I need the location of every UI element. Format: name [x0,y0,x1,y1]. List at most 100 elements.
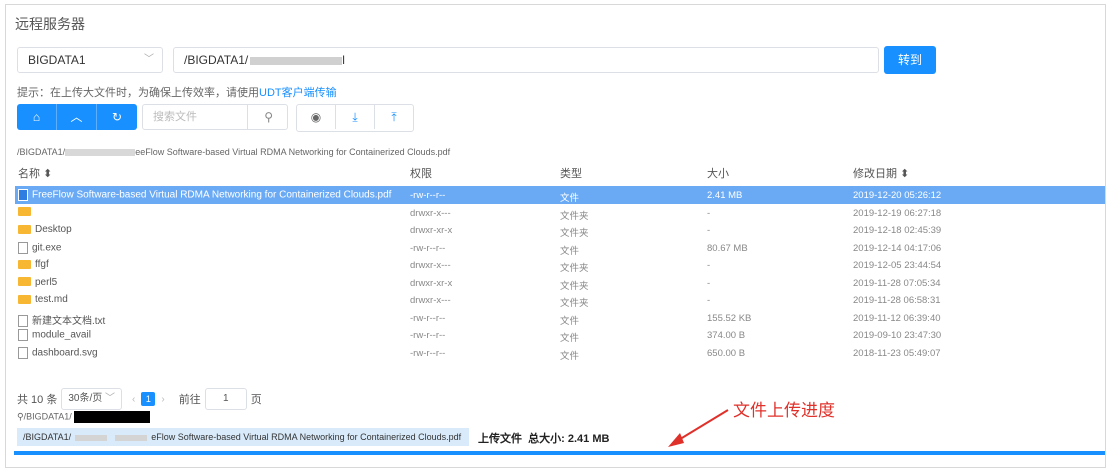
server-select-value: BIGDATA1 [28,53,86,67]
cell-name: module_avail [18,329,91,341]
file-name: test.md [35,294,68,305]
goto-page-input[interactable]: 1 [204,388,247,410]
server-select[interactable]: BIGDATA1 ﹀ [17,47,163,73]
upload-progress-bar [14,451,1105,455]
cell-name: ffgf [18,259,49,270]
table-row[interactable]: FreeFlow Software-based Virtual RDMA Net… [15,186,1105,204]
cell-perm: drwxr-x--- [410,260,451,271]
cell-name: Desktop [18,224,72,235]
file-name: git.exe [32,242,62,254]
path-input[interactable]: /BIGDATA1/l [173,47,879,73]
table-row[interactable]: test.md drwxr-x--- 文件夹 - 2019-11-28 06:58:31 [15,291,1105,309]
cell-size: - [707,295,711,306]
redacted-path [115,434,148,441]
cell-date: 2019-12-19 06:27:18 [853,207,942,219]
table-row[interactable]: 新建文本文档.txt -rw-r--r-- 文件 155.52 KB 2019-11-1… [15,309,1105,327]
search-placeholder: 搜索文件 [153,111,197,123]
file-name: FreeFlow Software-based Virtual RDMA Net… [32,189,392,201]
column-name[interactable]: 名称 ⬍ [18,165,52,181]
table-header: 名称 ⬍ 权限 类型 大小 修改日期 ⬍ [15,165,1105,181]
cell-perm: -rw-r--r-- [410,312,446,324]
home-icon: ⌂ [32,110,41,124]
page-size-value: 30条/页 [68,393,103,404]
prev-page-icon[interactable]: ‹ [132,394,135,405]
search-icon[interactable]: ⚲ [264,105,273,129]
goto-suffix: 页 [250,394,262,406]
column-modified-date[interactable]: 修改日期 ⬍ [853,165,909,181]
table-row[interactable]: drwxr-x--- 文件夹 - 2019-12-19 06:27:18 [15,204,1105,222]
cell-perm: -rw-r--r-- [410,242,446,254]
breadcrumb-suffix: eeFlow Software-based Virtual RDMA Netwo… [135,147,451,157]
cell-name: perl5 [18,277,57,288]
total-size-value: 2.41 MB [567,433,610,445]
cell-date: 2019-11-12 06:39:40 [853,312,941,324]
local-path-text: /BIGDATA1/ [23,411,72,422]
search-input[interactable]: 搜索文件 ⚲ [142,104,288,130]
cell-size: - [707,260,711,271]
cell-date: 2019-12-14 04:17:06 [853,242,942,254]
chevron-down-icon: ﹀ [144,54,154,65]
table-row[interactable]: git.exe -rw-r--r-- 文件 80.67 MB 2019-12-14 04… [15,239,1105,257]
file-list: FreeFlow Software-based Virtual RDMA Net… [15,186,1105,362]
location-icon: ⚲ [17,411,24,422]
nav-button-group: ⌂ ︿ ↻ [17,104,137,130]
column-size: 大小 [707,168,729,180]
cell-name [18,207,35,218]
file-tools: ◉ ⤓ ⤒ [296,104,414,132]
cell-type: 文件夹 [560,298,589,309]
cell-size: - [707,207,711,219]
cell-size: 80.67 MB [707,242,748,254]
cell-perm: -rw-r--r-- [410,330,446,341]
table-row[interactable]: Desktop drwxr-xr-x 文件夹 - 2019-12-18 02:45:39 [15,221,1105,239]
cell-size: 155.52 KB [707,312,752,324]
total-count: 共 10 条 [17,394,58,406]
cell-perm: drwxr-x--- [410,207,451,219]
upload-progress-fill [14,451,1105,455]
goto-button[interactable]: 转到 [884,46,936,74]
local-path: ⚲/BIGDATA1/ [17,411,150,423]
cell-size: 2.41 MB [707,190,743,201]
folder-icon [18,259,31,269]
breadcrumb: /BIGDATA1/eeFlow Software-based Virtual … [17,147,450,157]
table-row[interactable]: ffgf drwxr-x--- 文件夹 - 2019-12-05 23:44:54 [15,256,1105,274]
table-row[interactable]: dashboard.svg -rw-r--r-- 文件 650.00 B 2018-11… [15,344,1105,362]
page-size-select[interactable]: 30条/页 ﹀ [61,388,123,410]
folder-icon [18,224,31,234]
file-name: module_avail [32,329,91,341]
upload-info: 上传文件 总大小: 2.41 MB [478,430,609,446]
pagination: 共 10 条 30条/页 ﹀ ‹ 1 › 前往 1 页 [17,388,262,410]
table-row[interactable]: perl5 drwxr-xr-x 文件夹 - 2019-11-28 07:05:34 [15,274,1105,292]
upload-hint: 提示：在上传大文件时，为确保上传效率，请使用UDT客户端传输 [17,84,337,100]
path-prefix: /BIGDATA1/ [184,53,249,67]
file-icon [18,329,28,341]
next-page-icon[interactable]: › [161,394,164,405]
cell-date: 2019-12-20 05:26:12 [853,190,942,201]
path-suffix: l [342,53,345,67]
home-button[interactable]: ⌂ [17,104,57,130]
chevron-down-icon: ﹀ [105,393,116,404]
table-row[interactable]: module_avail -rw-r--r-- 文件 374.00 B 2019-09-… [15,326,1105,344]
cell-type: 文件夹 [560,228,589,239]
cell-name: git.exe [18,241,62,254]
file-icon [18,346,28,359]
cell-date: 2019-12-05 23:44:54 [853,260,942,271]
upload-file-path: /BIGDATA1/eFlow Software-based Virtual R… [17,428,469,446]
cell-type: 文件 [560,193,580,204]
upload-button[interactable]: ⤒ [375,105,413,129]
current-page[interactable]: 1 [141,392,156,406]
preview-button[interactable]: ◉ [297,105,336,129]
refresh-button[interactable]: ↻ [97,104,137,130]
cell-date: 2019-12-18 02:45:39 [853,225,942,236]
cell-type: 文件夹 [560,263,589,274]
hint-text: 提示：在上传大文件时，为确保上传效率，请使用 [17,87,259,99]
divider [247,105,248,129]
udt-client-link[interactable]: UDT客户端传输 [259,87,337,99]
download-button[interactable]: ⤓ [336,105,375,129]
cell-type: 文件夹 [560,210,589,222]
column-permission: 权限 [410,168,432,180]
parent-dir-button[interactable]: ︿ [57,104,97,130]
cell-size: - [707,277,711,289]
file-name: 新建文本文档.txt [32,315,106,327]
upload-label: 上传文件 [478,433,522,445]
cell-perm: drwxr-xr-x [410,225,453,236]
